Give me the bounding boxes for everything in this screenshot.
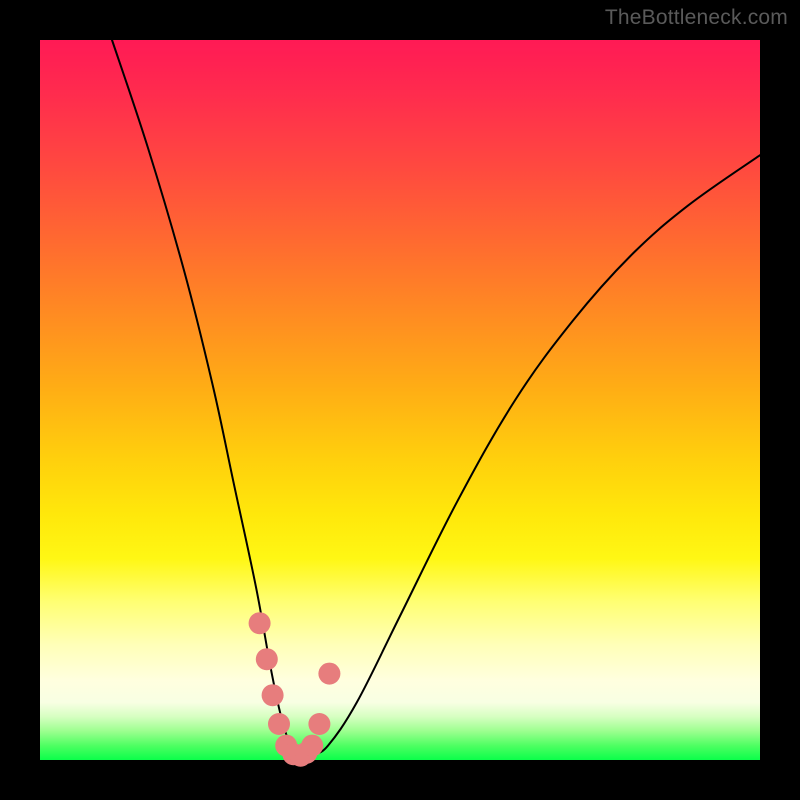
highlight-dot xyxy=(308,713,330,735)
highlight-dot xyxy=(268,713,290,735)
watermark-text: TheBottleneck.com xyxy=(605,6,788,30)
highlight-dot xyxy=(318,663,340,685)
highlight-markers xyxy=(249,612,341,767)
plot-area xyxy=(40,40,760,760)
bottleneck-curve xyxy=(112,40,760,757)
highlight-dot xyxy=(256,648,278,670)
highlight-dot xyxy=(262,684,284,706)
chart-frame: TheBottleneck.com xyxy=(0,0,800,800)
curve-svg xyxy=(40,40,760,760)
highlight-dot xyxy=(249,612,271,634)
highlight-dot xyxy=(301,735,323,757)
